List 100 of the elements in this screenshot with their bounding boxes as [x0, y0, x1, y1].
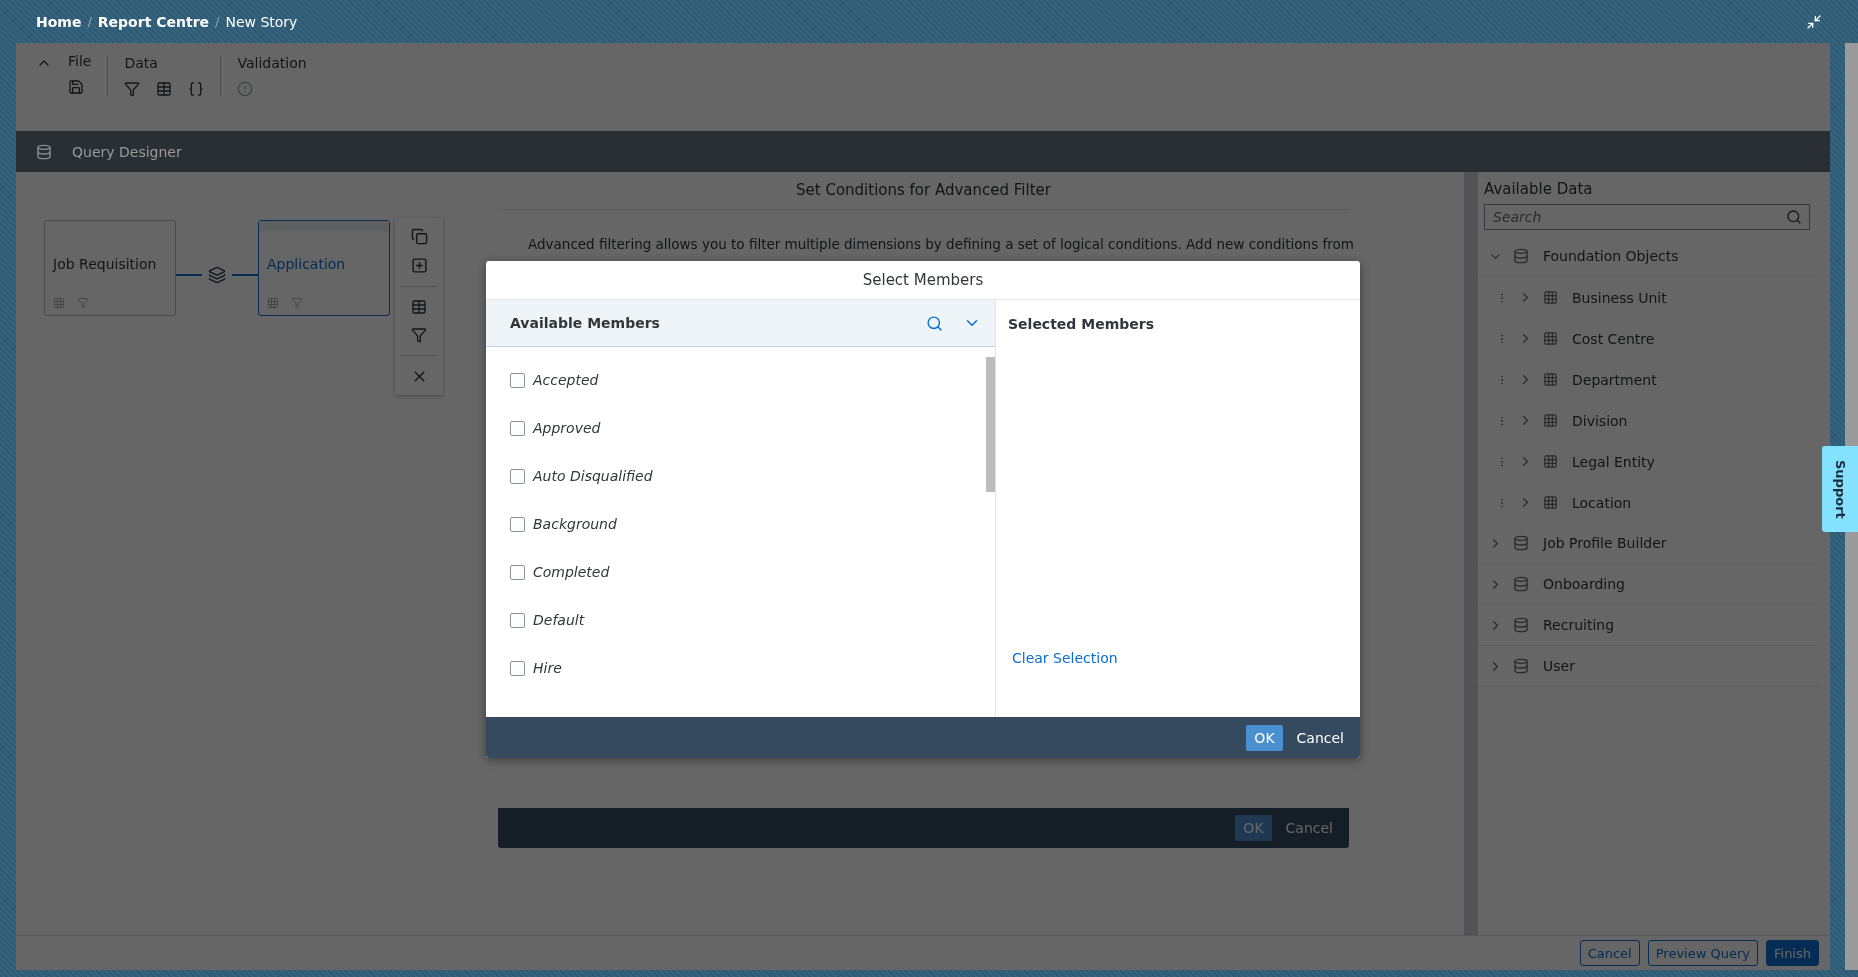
node-label: Job Requisition — [51, 256, 158, 272]
tree-label: Job Profile Builder — [1543, 535, 1667, 551]
breadcrumb-link[interactable]: New Story — [225, 13, 298, 30]
query-designer-title: Query Designer — [72, 143, 182, 160]
member-item[interactable]: Background — [486, 500, 986, 548]
checkbox[interactable] — [510, 420, 525, 436]
search-icon[interactable] — [1786, 209, 1802, 225]
database-icon — [1513, 535, 1529, 551]
database-icon — [1513, 248, 1529, 264]
toolbar-group-label: Validation — [237, 55, 307, 71]
checkbox[interactable] — [510, 372, 525, 388]
column-title: Selected Members — [1008, 315, 1156, 332]
member-label: Auto Disqualified — [533, 468, 653, 484]
support-tab[interactable]: Support — [1822, 446, 1858, 532]
member-label: Background — [533, 516, 617, 532]
dialog-button[interactable]: Cancel — [1277, 815, 1341, 841]
exit-fullscreen-icon[interactable] — [1806, 13, 1822, 30]
tree-item[interactable]: Cost Centre — [1478, 318, 1818, 359]
grid-icon — [1543, 454, 1558, 469]
tree-item[interactable]: User — [1478, 646, 1818, 687]
member-item[interactable]: Default — [486, 596, 986, 644]
member-item[interactable]: Auto Disqualified — [486, 452, 986, 500]
tree-label: Legal Entity — [1572, 453, 1655, 470]
tree-item[interactable]: Legal Entity — [1478, 441, 1818, 482]
member-item[interactable]: Approved — [486, 404, 986, 452]
checkbox[interactable] — [510, 468, 525, 484]
scrollbar-thumb[interactable] — [986, 357, 995, 492]
tree-label: Foundation Objects — [1543, 248, 1679, 264]
alert-icon[interactable] — [237, 81, 254, 97]
member-label: Approved — [533, 420, 601, 436]
database-icon — [36, 143, 52, 160]
tree-item[interactable]: Foundation Objects — [1478, 236, 1818, 277]
database-icon — [1513, 617, 1529, 633]
member-item[interactable]: Completed — [486, 548, 986, 596]
dialog-button[interactable]: Cancel — [1288, 724, 1352, 751]
clear-selection-link[interactable]: Clear Selection — [1012, 650, 1346, 666]
footer-button[interactable]: Preview Query — [1647, 940, 1758, 966]
query-node[interactable]: Job Requisition — [44, 220, 176, 316]
column-title: Available Members — [510, 315, 661, 331]
tree-label: Department — [1572, 371, 1657, 388]
tree-item[interactable]: Recruiting — [1478, 605, 1818, 646]
member-item[interactable]: Hire — [486, 644, 986, 692]
tree-label: Location — [1572, 494, 1632, 511]
search-field[interactable]: Search — [1484, 204, 1810, 230]
toolbar-group-label: File — [68, 53, 92, 69]
table-icon[interactable] — [411, 299, 427, 315]
table-icon[interactable] — [156, 81, 173, 97]
scrollbar[interactable] — [1845, 43, 1858, 970]
breadcrumb-separator: / — [215, 14, 220, 29]
breadcrumb-separator: / — [87, 14, 92, 29]
grid-icon[interactable] — [267, 297, 279, 309]
dialog-title: Select Members — [862, 271, 984, 289]
filter-icon[interactable] — [411, 327, 427, 343]
checkbox[interactable] — [510, 612, 525, 628]
grid-icon — [1543, 290, 1558, 305]
database-icon — [1513, 658, 1529, 674]
braces-icon[interactable] — [188, 81, 205, 97]
footer-button[interactable]: Cancel — [1579, 940, 1640, 966]
query-node[interactable]: Application — [258, 220, 390, 316]
filter-icon[interactable] — [291, 297, 303, 309]
member-label: Default — [533, 612, 585, 628]
tree-item[interactable]: Department — [1478, 359, 1818, 400]
tree-label: Division — [1572, 412, 1628, 429]
grid-icon — [1543, 331, 1558, 346]
tree-label: User — [1543, 658, 1575, 674]
tree-label: Business Unit — [1572, 289, 1667, 306]
add-icon[interactable] — [410, 257, 428, 274]
breadcrumb-link[interactable]: Report Centre — [97, 13, 210, 30]
member-label: Hire — [533, 660, 562, 676]
info-text: Advanced filtering allows you to filter multiple dimensions by defining a set of logical conditions. Add new conditions from — [528, 236, 1354, 252]
database-icon — [1513, 576, 1529, 592]
member-label: Accepted — [533, 372, 599, 388]
search-icon[interactable] — [926, 314, 943, 332]
member-item[interactable]: Accepted — [486, 356, 986, 404]
grid-icon — [1543, 372, 1558, 387]
grid-icon[interactable] — [53, 297, 65, 309]
dialog-button[interactable]: OK — [1246, 724, 1283, 751]
footer-button[interactable]: Finish — [1766, 940, 1819, 966]
dialog-button[interactable]: OK — [1235, 815, 1272, 841]
tree-label: Recruiting — [1543, 617, 1615, 633]
member-label: Completed — [533, 564, 610, 580]
grid-icon — [1543, 495, 1558, 510]
tree-label: Onboarding — [1543, 576, 1625, 592]
filter-icon[interactable] — [124, 81, 141, 97]
node-label: Application — [266, 256, 347, 272]
save-icon[interactable] — [68, 79, 84, 95]
copy-icon[interactable] — [410, 228, 428, 245]
filter-icon[interactable] — [77, 297, 89, 309]
grid-icon — [1543, 413, 1558, 428]
tree-item[interactable]: Onboarding — [1478, 564, 1818, 605]
panel-title: Available Data — [1483, 180, 1594, 198]
tree-item[interactable]: Location — [1478, 482, 1818, 523]
tree-item[interactable]: Division — [1478, 400, 1818, 441]
toolbar-group-label: Data — [124, 55, 159, 71]
checkbox[interactable] — [510, 660, 525, 676]
checkbox[interactable] — [510, 516, 525, 532]
breadcrumb-link[interactable]: Home — [36, 13, 82, 30]
checkbox[interactable] — [510, 564, 525, 580]
tree-item[interactable]: Business Unit — [1478, 277, 1818, 318]
tree-item[interactable]: Job Profile Builder — [1478, 523, 1818, 564]
